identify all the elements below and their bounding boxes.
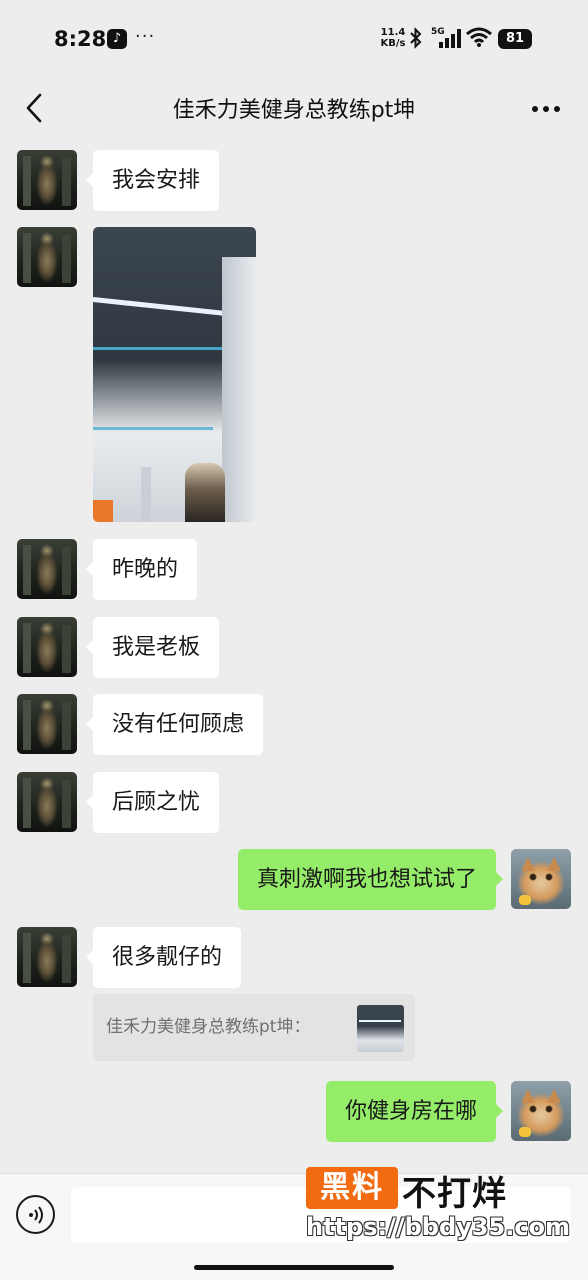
- quoted-message-sender: 佳禾力美健身总教练pt坤：: [106, 1017, 311, 1037]
- home-indicator[interactable]: [194, 1265, 394, 1270]
- chat-header: 佳禾力美健身总教练pt坤: [0, 80, 588, 136]
- network-speed-value: 11.4: [380, 27, 406, 38]
- chat-title: 佳禾力美健身总教练pt坤: [172, 98, 416, 123]
- photo-corner: [93, 500, 113, 522]
- user-avatar[interactable]: [511, 1081, 571, 1141]
- photo-people: [185, 463, 225, 522]
- watermark-url: https://bbdy35.com: [306, 1213, 571, 1241]
- network-speed-unit: KB/s: [380, 38, 406, 49]
- user-avatar[interactable]: [511, 849, 571, 909]
- status-time: 8:28: [54, 27, 107, 51]
- contact-avatar[interactable]: [17, 150, 77, 210]
- wifi-icon: [466, 27, 492, 47]
- contact-avatar[interactable]: [17, 772, 77, 832]
- photo-gym-frame: [141, 467, 151, 522]
- status-more: ···: [135, 26, 156, 47]
- watermark-brand: 不打烊: [402, 1174, 507, 1214]
- chevron-left-icon[interactable]: [22, 92, 46, 124]
- message-bubble-incoming[interactable]: 我是老板: [85, 617, 220, 678]
- photo-gym-frame: [222, 257, 256, 522]
- image-message[interactable]: [93, 227, 256, 522]
- message-bubble-outgoing[interactable]: 真刺激啊我也想试试了: [237, 849, 504, 910]
- message-bubble-outgoing[interactable]: 你健身房在哪: [325, 1081, 504, 1142]
- photo-beam: [93, 427, 213, 430]
- tiktok-icon: ♪: [107, 29, 127, 49]
- message-bubble-incoming[interactable]: 我会安排: [85, 150, 220, 211]
- more-horizontal-icon[interactable]: [532, 106, 560, 112]
- watermark-logo-box: 黑料: [306, 1167, 398, 1209]
- contact-avatar[interactable]: [17, 617, 77, 677]
- message-bubble-incoming[interactable]: 很多靓仔的: [85, 927, 242, 988]
- quoted-image-thumbnail: [357, 1005, 404, 1052]
- cellular-signal-icon: 5G: [431, 27, 461, 48]
- bluetooth-icon: [410, 27, 422, 49]
- status-bar: 8:28 ♪ ··· 11.4 KB/s 5G 81: [0, 0, 588, 80]
- battery-level: 81: [505, 31, 525, 46]
- watermark: 黑料 不打烊 https://bbdy35.com: [303, 1163, 570, 1251]
- message-bubble-incoming[interactable]: 后顾之忧: [85, 772, 220, 833]
- contact-avatar[interactable]: [17, 539, 77, 599]
- network-speed: 11.4 KB/s: [380, 27, 406, 49]
- message-bubble-incoming[interactable]: 没有任何顾虑: [85, 694, 264, 755]
- voice-icon[interactable]: [16, 1195, 55, 1234]
- quoted-message[interactable]: 佳禾力美健身总教练pt坤：: [93, 994, 415, 1061]
- message-bubble-incoming[interactable]: 昨晚的: [85, 539, 198, 600]
- contact-avatar[interactable]: [17, 694, 77, 754]
- contact-avatar[interactable]: [17, 927, 77, 987]
- network-type: 5G: [431, 27, 445, 37]
- contact-avatar[interactable]: [17, 227, 77, 287]
- photo-ceiling-light: [93, 297, 243, 318]
- battery-icon: 81: [498, 29, 532, 49]
